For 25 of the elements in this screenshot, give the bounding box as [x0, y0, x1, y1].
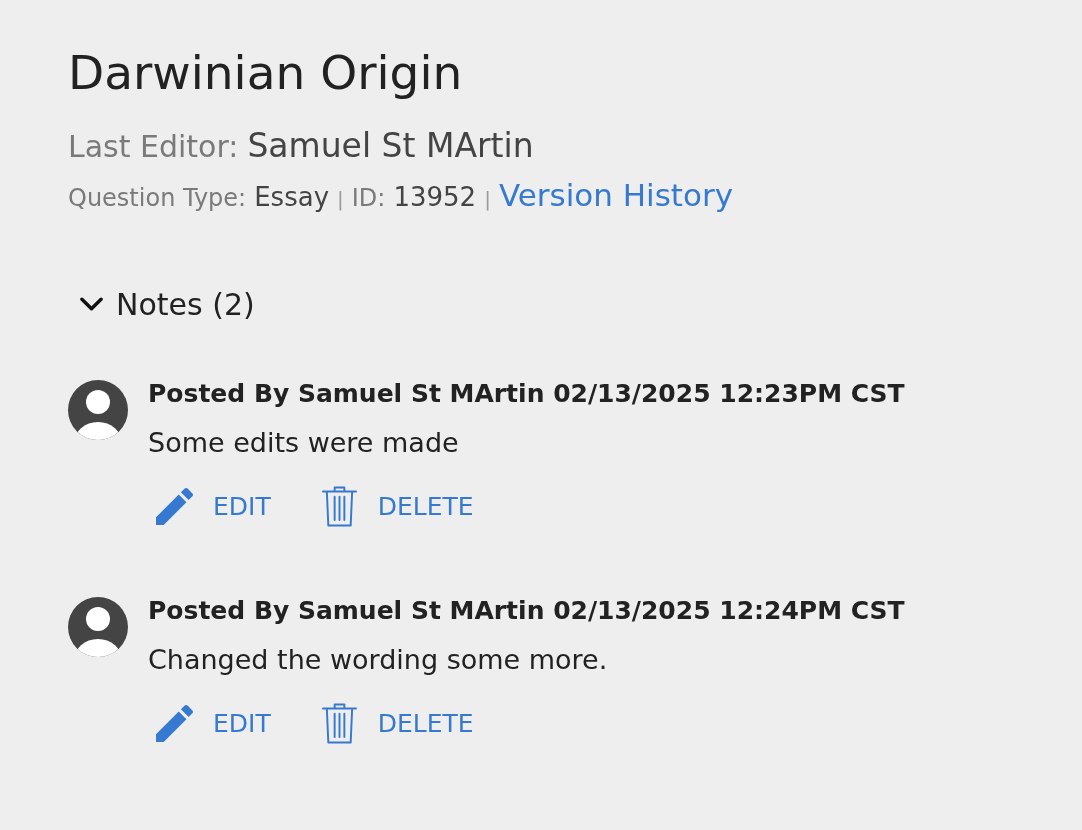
version-history-link[interactable]: Version History	[498, 176, 734, 214]
avatar-icon	[68, 597, 128, 657]
last-editor-name: Samuel St MArtin	[247, 126, 534, 166]
separator-mark: |	[484, 186, 491, 213]
avatar-icon	[68, 380, 128, 440]
meta-value: Essay	[254, 181, 330, 214]
meta-value: 13952	[393, 181, 477, 214]
edit-button[interactable]: EDIT	[148, 484, 279, 528]
last-editor-label: Last Editor:	[68, 128, 239, 166]
page-title: Darwinian Origin	[68, 49, 464, 97]
pencil-icon	[156, 704, 193, 742]
separator-mark: |	[337, 186, 344, 213]
note-header: Posted By Samuel St MArtin 02/13/2025 12:24PM CST	[148, 595, 905, 627]
meta-label: Question Type:	[68, 183, 247, 214]
trash-icon	[321, 485, 357, 527]
trash-icon	[321, 702, 357, 744]
note-text: Changed the wording some more.	[148, 644, 609, 676]
notes-toggle[interactable]: Notes (2)	[68, 284, 255, 324]
delete-button[interactable]: DELETE	[313, 484, 482, 528]
edit-button[interactable]: EDIT	[148, 701, 279, 745]
meta-label: ID:	[351, 183, 386, 214]
note-header: Posted By Samuel St MArtin 02/13/2025 12:23PM CST	[148, 378, 905, 410]
pencil-icon	[156, 487, 193, 525]
note-text: Some edits were made	[148, 427, 460, 459]
delete-button[interactable]: DELETE	[313, 701, 482, 745]
